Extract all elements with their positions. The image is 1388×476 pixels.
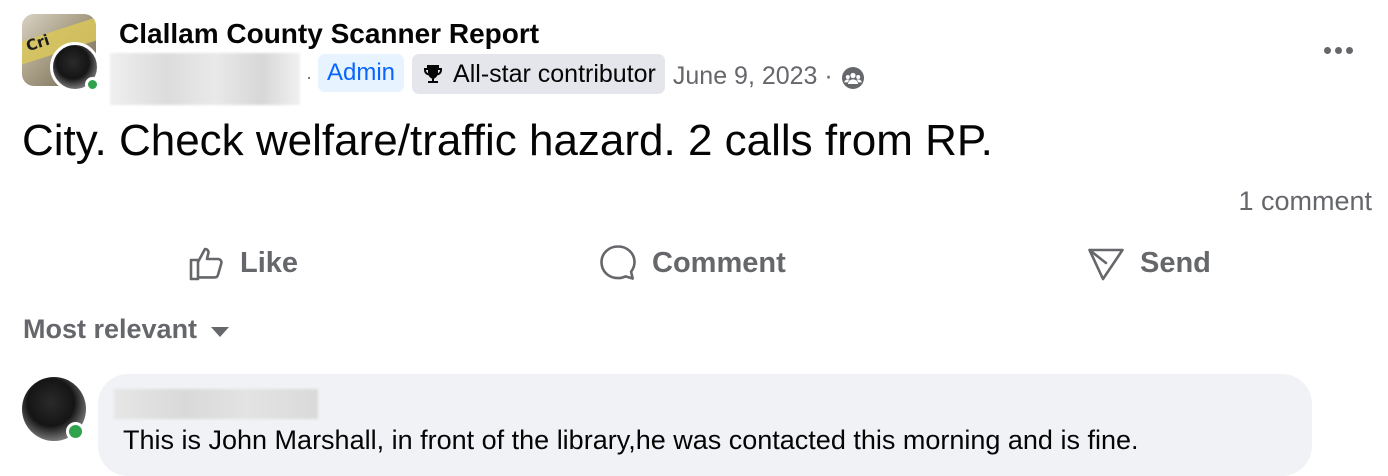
comment-author-redacted[interactable] (114, 389, 318, 419)
group-name-link[interactable]: Clallam County Scanner Report (119, 18, 539, 50)
allstar-badge-label: All-star contributor (453, 59, 656, 88)
more-dot-icon (1345, 46, 1353, 54)
admin-badge[interactable]: Admin (318, 54, 405, 92)
post-meta-row: · Admin All-star contributor June 9, 202… (110, 53, 865, 105)
group-audience-icon[interactable] (841, 66, 865, 90)
comment-bubble-icon (600, 245, 636, 280)
meta-separator: · (306, 67, 312, 87)
comment-count-link[interactable]: 1 comment (1238, 186, 1372, 217)
thumbs-up-icon (189, 247, 223, 281)
sort-label: Most relevant (23, 314, 198, 344)
more-options-button[interactable] (1318, 40, 1358, 60)
like-label: Like (240, 246, 299, 279)
more-dot-icon (1323, 46, 1331, 54)
allstar-contributor-badge[interactable]: All-star contributor (412, 54, 665, 94)
send-icon (1088, 248, 1124, 281)
trophy-icon (424, 65, 443, 83)
comment-button[interactable]: Comment (598, 240, 786, 286)
poster-online-indicator (85, 77, 100, 92)
send-label: Send (1140, 246, 1211, 279)
like-button[interactable]: Like (186, 240, 298, 286)
commenter-online-indicator (66, 422, 85, 441)
chevron-down-icon (211, 326, 230, 337)
comment-label: Comment (652, 246, 786, 279)
comment-bubble: This is John Marshall, in front of the l… (98, 374, 1312, 476)
send-button[interactable]: Send (1086, 240, 1211, 286)
post-body-text: City. Check welfare/traffic hazard. 2 ca… (22, 116, 993, 165)
more-dot-icon (1334, 46, 1342, 54)
comment-sort-dropdown[interactable]: Most relevant (23, 314, 230, 345)
post-timestamp[interactable]: June 9, 2023 · (673, 62, 833, 91)
comment-text: This is John Marshall, in front of the l… (123, 425, 1139, 455)
poster-name-redacted[interactable] (110, 53, 300, 105)
